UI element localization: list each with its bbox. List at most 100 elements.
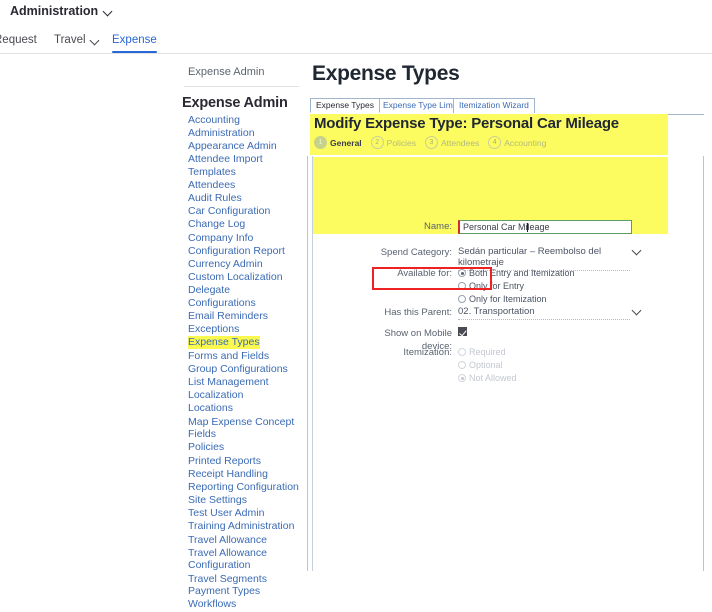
tab-expense-type-limits-label: Expense Type Limits — [383, 100, 462, 110]
sidebar-item-site-settings[interactable]: Site Settings — [188, 494, 300, 507]
nav-tab-travel[interactable]: Travel — [54, 30, 100, 52]
sidebar-item-travel-allowance[interactable]: Travel Allowance — [188, 534, 300, 547]
sidebar-item-accounting-administration[interactable]: Accounting Administration — [188, 114, 300, 139]
sidebar-title: Expense Admin — [182, 95, 288, 111]
breadcrumb-divider — [184, 86, 299, 87]
wizard-step-label: Attendees — [440, 137, 480, 148]
nav-tab-expense[interactable]: Expense — [112, 30, 157, 53]
radio-icon — [458, 374, 466, 382]
chevron-down-icon — [104, 7, 113, 16]
wizard-step-label: General — [330, 137, 362, 148]
sidebar-item-expense-types[interactable]: Expense Types — [188, 336, 260, 349]
wizard-step-policies[interactable]: 2 Policies — [370, 136, 416, 149]
sidebar-item-localization[interactable]: Localization — [188, 389, 300, 402]
itemization-option-label: Optional — [469, 360, 503, 370]
sidebar-item-training-administration[interactable]: Training Administration — [188, 520, 300, 533]
radio-icon — [458, 282, 466, 290]
sidebar-item-company-info[interactable]: Company Info — [188, 232, 300, 245]
nav-tab-request[interactable]: Request — [0, 30, 37, 52]
sidebar-item-car-configuration[interactable]: Car Configuration — [188, 205, 300, 218]
sidebar-item-map-expense-concept-fields[interactable]: Map Expense Concept Fields — [188, 416, 300, 441]
sidebar-item-appearance-admin[interactable]: Appearance Admin — [188, 140, 300, 153]
sidebar-item-currency-admin[interactable]: Currency Admin — [188, 258, 300, 271]
available-for-option-only-for-entry[interactable]: Only for Entry — [458, 280, 575, 292]
sidebar-item-workflows[interactable]: Workflows — [188, 598, 300, 611]
sidebar-item-test-user-admin[interactable]: Test User Admin — [188, 507, 300, 520]
chevron-down-icon — [633, 307, 642, 316]
sidebar-item-receipt-handling[interactable]: Receipt Handling — [188, 468, 300, 481]
sidebar-item-list-management[interactable]: List Management — [188, 376, 300, 389]
left-gutter — [0, 54, 172, 571]
spend-category-label: Spend Category: — [380, 247, 452, 258]
wizard-step-number: 1 — [314, 136, 327, 149]
sidebar-item-configuration-report[interactable]: Configuration Report — [188, 245, 300, 258]
name-label: Name: — [424, 221, 452, 232]
radio-icon — [458, 348, 466, 356]
itemization-option-optional: Optional — [458, 359, 517, 371]
wizard-steps: 1 General 2 Policies 3 Attendees 4 Accounting — [314, 136, 551, 149]
sidebar-item-travel-allowance-configuration[interactable]: Travel Allowance Configuration — [188, 547, 300, 572]
available-for-option-only-for-itemization[interactable]: Only for Itemization — [458, 293, 575, 305]
tab-expense-types[interactable]: Expense Types — [310, 98, 380, 113]
main-content: Expense Types Expense Types Expense Type… — [302, 54, 712, 571]
field-row-name: Name: — [362, 220, 632, 234]
name-input[interactable] — [458, 220, 632, 234]
chevron-down-icon — [633, 247, 642, 256]
sidebar-item-attendee-import-templates[interactable]: Attendee Import Templates — [188, 153, 300, 178]
available-for-radio-group: Both Entry and Itemization Only for Entry… — [458, 267, 575, 305]
itemization-option-required: Required — [458, 346, 517, 358]
modify-expense-type-title: Modify Expense Type: Personal Car Mileag… — [314, 115, 619, 132]
wizard-step-accounting[interactable]: 4 Accounting — [488, 136, 546, 149]
sidebar-item-reporting-configuration[interactable]: Reporting Configuration — [188, 481, 300, 494]
sidebar-item-exceptions[interactable]: Exceptions — [188, 323, 300, 336]
wizard-step-number: 4 — [488, 136, 502, 149]
field-row-parent: Has this Parent: 02. Transportation — [362, 306, 638, 320]
show-on-mobile-checkbox[interactable] — [458, 327, 467, 336]
available-for-option-both-entry-and-itemization[interactable]: Both Entry and Itemization — [458, 267, 575, 279]
itemization-option-label: Not Allowed — [469, 373, 517, 383]
wizard-step-attendees[interactable]: 3 Attendees — [424, 136, 480, 149]
itemization-radio-group: Required Optional Not Allowed — [458, 346, 517, 384]
administration-menu-label: Administration — [10, 4, 99, 18]
radio-icon — [458, 269, 466, 277]
sidebar-item-delegate-configurations[interactable]: Delegate Configurations — [188, 284, 300, 309]
available-for-option-label: Only for Entry — [469, 281, 525, 291]
wizard-step-label: Policies — [386, 137, 416, 148]
parent-select[interactable]: 02. Transportation — [458, 306, 638, 320]
sidebar-item-travel-segments-payment-types[interactable]: Travel Segments Payment Types — [188, 573, 300, 598]
sidebar-item-printed-reports[interactable]: Printed Reports — [188, 455, 300, 468]
itemization-label: Itemization: — [403, 347, 452, 358]
sidebar-item-locations[interactable]: Locations — [188, 402, 300, 415]
sidebar-item-change-log[interactable]: Change Log — [188, 218, 300, 231]
sidebar-item-email-reminders[interactable]: Email Reminders — [188, 310, 300, 323]
sidebar-list: Accounting Administration Appearance Admi… — [188, 114, 300, 612]
tab-itemization-wizard[interactable]: Itemization Wizard — [453, 98, 535, 113]
radio-icon — [458, 295, 466, 303]
page-title: Expense Types — [312, 62, 460, 85]
wizard-step-number: 2 — [370, 136, 384, 149]
administration-menu[interactable]: Administration — [10, 4, 113, 18]
chevron-down-icon — [91, 36, 100, 45]
radio-icon — [458, 361, 466, 369]
sidebar-item-policies[interactable]: Policies — [188, 441, 300, 454]
itemization-option-label: Required — [469, 347, 506, 357]
sidebar-item-group-configurations[interactable]: Group Configurations — [188, 363, 300, 376]
top-bar: Administration Request Travel Expense — [0, 0, 712, 53]
available-for-label: Available for: — [397, 268, 452, 279]
field-row-available-for: Available for: Both Entry and Itemizatio… — [362, 267, 575, 305]
parent-value: 02. Transportation — [458, 306, 630, 320]
sidebar-item-attendees[interactable]: Attendees — [188, 179, 300, 192]
tab-itemization-wizard-label: Itemization Wizard — [459, 100, 529, 110]
nav-tab-travel-label: Travel — [54, 34, 86, 46]
itemization-option-not-allowed: Not Allowed — [458, 372, 517, 384]
wizard-step-general[interactable]: 1 General — [314, 136, 362, 149]
sidebar-item-custom-localization[interactable]: Custom Localization — [188, 271, 300, 284]
nav-tab-request-label: Request — [0, 34, 37, 46]
field-row-itemization: Itemization: Required Optional Not Allowed — [362, 346, 517, 384]
sidebar-item-audit-rules[interactable]: Audit Rules — [188, 192, 300, 205]
parent-label: Has this Parent: — [384, 307, 452, 318]
sidebar-item-forms-and-fields[interactable]: Forms and Fields — [188, 350, 300, 363]
available-for-option-label: Both Entry and Itemization — [469, 268, 575, 278]
wizard-step-number: 3 — [424, 136, 438, 149]
available-for-option-label: Only for Itemization — [469, 294, 547, 304]
